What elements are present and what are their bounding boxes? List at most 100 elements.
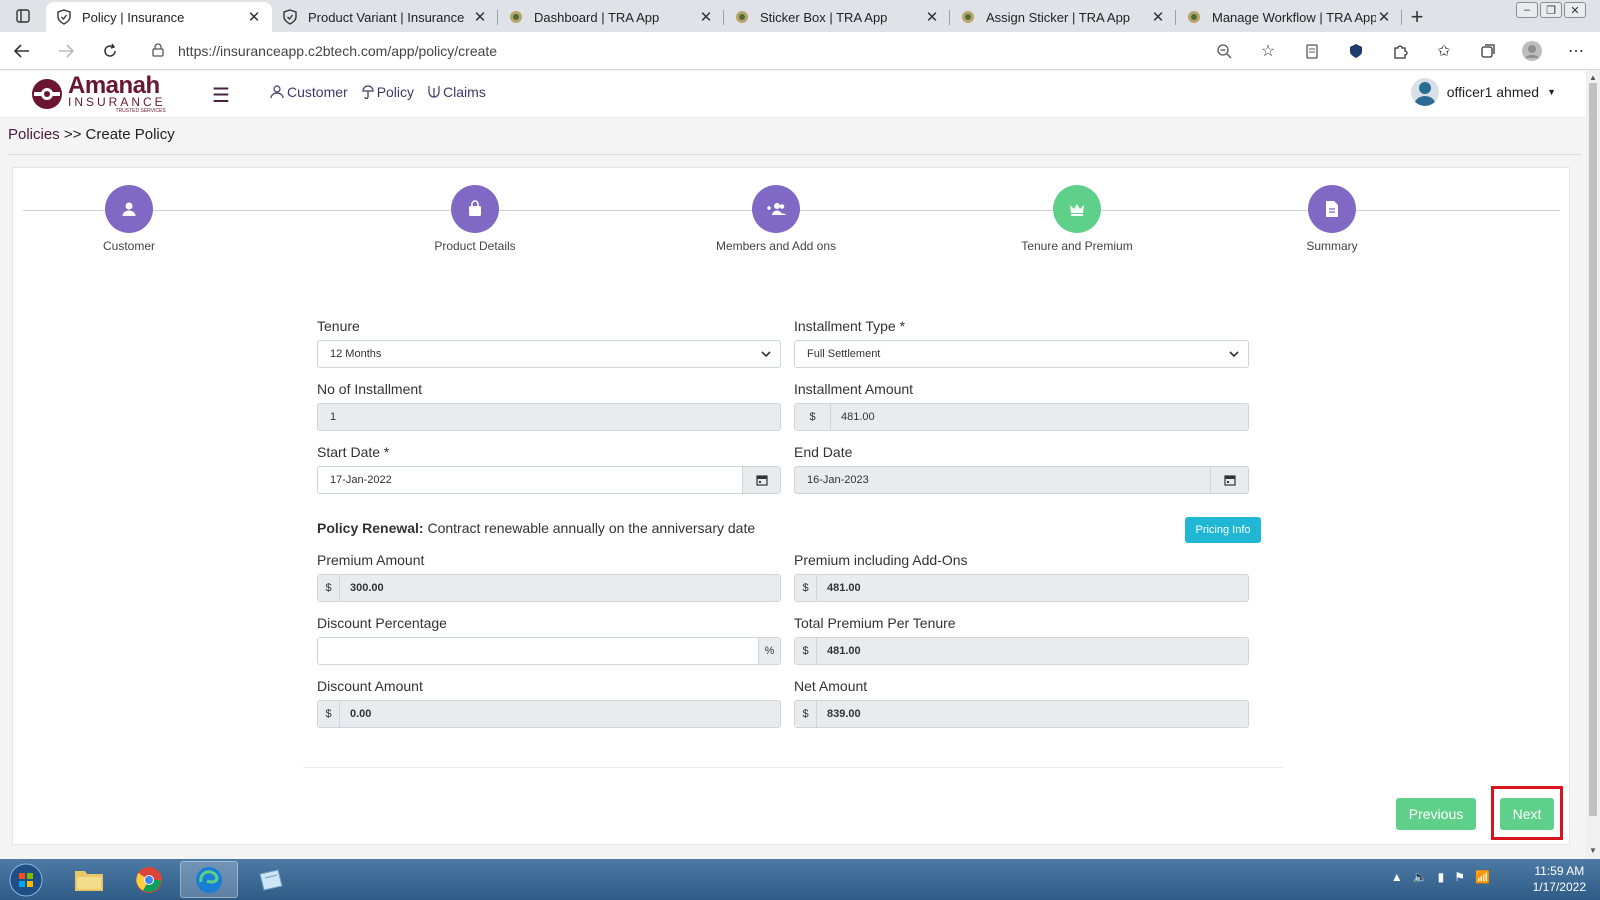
end-date-input[interactable]: 16-Jan-2023: [794, 466, 1249, 494]
new-tab-icon[interactable]: +: [1402, 2, 1432, 32]
nav-policy[interactable]: Policy: [362, 84, 414, 100]
scroll-down-icon[interactable]: ▼: [1589, 846, 1597, 855]
breadcrumb-policies[interactable]: Policies: [8, 126, 60, 143]
close-icon[interactable]: ✕: [924, 8, 940, 26]
user-menu[interactable]: officer1 ahmed ▼: [1410, 78, 1556, 106]
installment-amount-field[interactable]: $ 481.00: [794, 403, 1249, 431]
nav-customer-label: Customer: [287, 84, 348, 100]
windows-start-icon[interactable]: [6, 861, 46, 899]
browser-tab-product-variant[interactable]: Product Variant | Insurance ✕: [272, 2, 498, 32]
close-icon[interactable]: ✕: [1376, 8, 1392, 26]
window-close-icon[interactable]: ✕: [1564, 2, 1586, 18]
password-manager-icon[interactable]: [1342, 43, 1370, 59]
close-icon[interactable]: ✕: [472, 8, 488, 26]
premium-addons-field[interactable]: $ 481.00: [794, 574, 1249, 602]
browser-tab-policy[interactable]: Policy | Insurance ✕: [46, 2, 272, 32]
browser-tab-assign-sticker[interactable]: Assign Sticker | TRA App ✕: [950, 2, 1176, 32]
calendar-icon[interactable]: [1210, 467, 1248, 493]
app-header: Amanah INSURANCE TRUSTED SERVICES ☰ Cust…: [0, 71, 1586, 117]
premium-amount-field[interactable]: $ 300.00: [317, 574, 781, 602]
forward-arrow-icon[interactable]: [44, 32, 88, 70]
premium-amount-value: 300.00: [350, 582, 384, 594]
field-label: Start Date *: [317, 444, 390, 460]
breadcrumb-separator: >>: [59, 126, 86, 143]
address-bar[interactable]: https://insuranceapp.c2btech.com/app/pol…: [140, 36, 1225, 66]
step-summary[interactable]: Summary: [1242, 185, 1422, 253]
nav-customer[interactable]: Customer: [270, 84, 348, 100]
currency-prefix: $: [795, 701, 817, 727]
currency-prefix: $: [318, 575, 340, 601]
reading-list-icon[interactable]: [1298, 43, 1326, 59]
field-label: Tenure: [317, 318, 360, 334]
scrollbar-thumb[interactable]: [1589, 83, 1597, 816]
reload-icon[interactable]: [88, 32, 132, 70]
close-icon[interactable]: ✕: [1150, 8, 1166, 26]
minimize-icon[interactable]: –: [1516, 2, 1538, 18]
field-label: No of Installment: [317, 381, 423, 397]
page-scrollbar[interactable]: ▲ ▼: [1586, 71, 1600, 859]
scroll-up-icon[interactable]: ▲: [1589, 73, 1597, 82]
start-date-input[interactable]: 17-Jan-2022: [317, 466, 781, 494]
close-icon[interactable]: ✕: [246, 8, 262, 26]
edge-icon[interactable]: [180, 861, 238, 898]
calendar-icon[interactable]: [742, 467, 780, 493]
hamburger-menu-icon[interactable]: ☰: [212, 83, 230, 108]
browser-tab-manage-workflow[interactable]: Manage Workflow | TRA App ✕: [1176, 2, 1402, 32]
zoom-out-icon[interactable]: [1210, 43, 1238, 59]
browser-toolbar: https://insuranceapp.c2btech.com/app/pol…: [0, 32, 1600, 70]
battery-icon[interactable]: ▮: [1438, 870, 1445, 884]
total-premium-field[interactable]: $ 481.00: [794, 637, 1249, 665]
amanah-logo[interactable]: Amanah INSURANCE TRUSTED SERVICES: [30, 71, 170, 114]
step-tenure-premium[interactable]: Tenure and Premium: [987, 185, 1167, 253]
field-label: Net Amount: [794, 678, 868, 694]
no-of-installment-field[interactable]: 1: [317, 403, 781, 431]
discount-amount-field[interactable]: $ 0.00: [317, 700, 781, 728]
notepad-icon[interactable]: [242, 861, 300, 898]
shield-icon: [282, 9, 298, 25]
avatar: [1410, 78, 1439, 106]
tab-title: Sticker Box | TRA App: [760, 9, 888, 25]
step-customer[interactable]: Customer: [39, 185, 219, 253]
extensions-icon[interactable]: [1386, 43, 1414, 59]
discount-percentage-input[interactable]: %: [317, 637, 781, 665]
collections-icon[interactable]: [1474, 43, 1502, 59]
currency-prefix: $: [795, 638, 817, 664]
start-date-value: 17-Jan-2022: [330, 474, 392, 486]
net-amount-field[interactable]: $ 839.00: [794, 700, 1249, 728]
restore-icon[interactable]: ❐: [1540, 2, 1562, 18]
nav-claims[interactable]: Claims: [428, 84, 486, 100]
file-explorer-icon[interactable]: [60, 861, 118, 898]
volume-icon[interactable]: 🔈: [1413, 870, 1428, 884]
discount-amount-group: Discount Amount $ 0.00: [317, 678, 781, 728]
tenure-select[interactable]: 12 Months: [317, 340, 781, 368]
more-menu-icon[interactable]: ⋯: [1562, 41, 1590, 61]
browser-tab-sticker-box[interactable]: Sticker Box | TRA App ✕: [724, 2, 950, 32]
close-icon[interactable]: ✕: [698, 8, 714, 26]
percent-suffix: %: [758, 638, 780, 664]
tab-actions-icon[interactable]: [0, 0, 46, 32]
browser-tab-dashboard[interactable]: Dashboard | TRA App ✕: [498, 2, 724, 32]
logo-name: Amanah: [68, 71, 160, 99]
network-icon[interactable]: 📶: [1475, 870, 1490, 884]
tray-expand-icon[interactable]: ▲: [1391, 870, 1403, 884]
taskbar-clock[interactable]: 11:59 AM 1/17/2022: [1533, 863, 1586, 895]
previous-button[interactable]: Previous: [1396, 798, 1476, 830]
favorites-icon[interactable]: ✩: [1430, 41, 1458, 61]
total-premium-group: Total Premium Per Tenure $ 481.00: [794, 615, 1258, 665]
end-date-value: 16-Jan-2023: [807, 474, 869, 486]
chrome-icon[interactable]: [120, 861, 178, 898]
pricing-info-button[interactable]: Pricing Info: [1185, 517, 1261, 543]
add-users-icon: [752, 185, 800, 233]
step-members-addons[interactable]: Members and Add ons: [686, 185, 866, 253]
currency-prefix: $: [318, 701, 340, 727]
breadcrumb-current: Create Policy: [85, 126, 175, 143]
step-product-details[interactable]: Product Details: [385, 185, 565, 253]
installment-type-select[interactable]: Full Settlement: [794, 340, 1249, 368]
action-center-icon[interactable]: ⚑: [1454, 870, 1465, 884]
add-favorite-icon[interactable]: ☆: [1254, 41, 1282, 61]
profile-icon[interactable]: [1518, 40, 1546, 62]
crown-icon: [1053, 185, 1101, 233]
lock-icon[interactable]: [152, 42, 164, 60]
crest-icon: [1186, 9, 1202, 25]
back-arrow-icon[interactable]: [0, 32, 44, 70]
